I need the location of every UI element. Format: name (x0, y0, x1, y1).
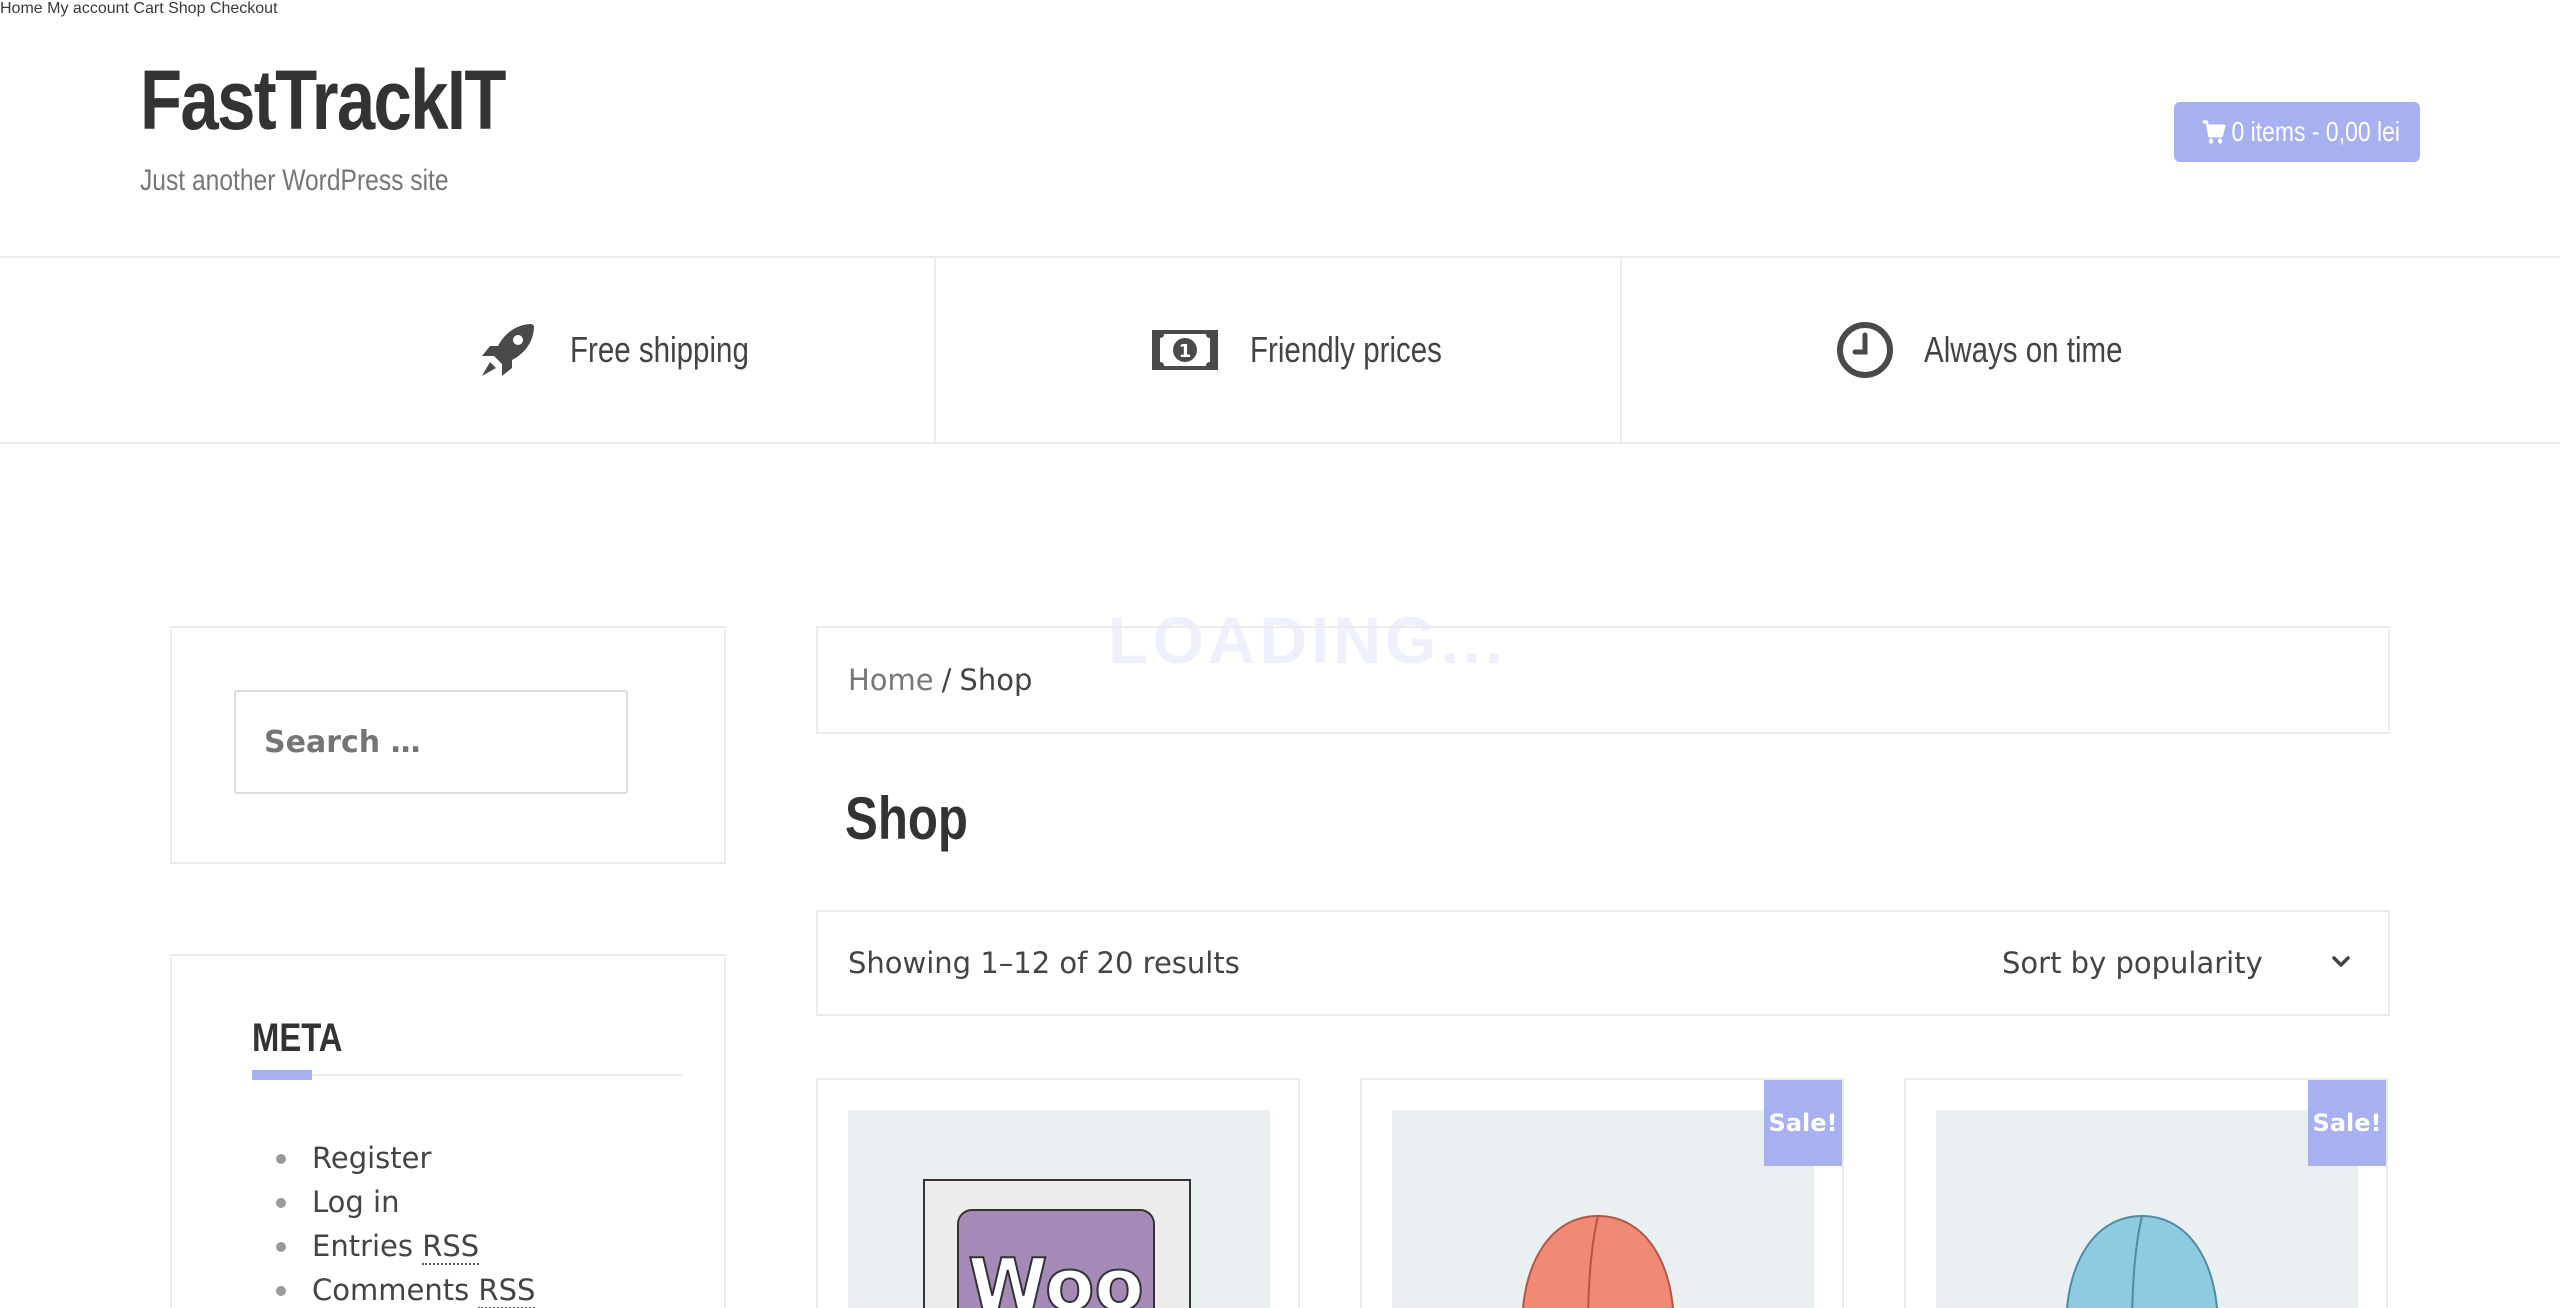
feature-label: Friendly prices (1250, 329, 1442, 370)
feature-label: Always on time (1924, 329, 2123, 370)
sale-badge: Sale! (1764, 1080, 1842, 1166)
product-card[interactable]: Sale! (1904, 1078, 2388, 1308)
list-item: Entries RSS (275, 1224, 535, 1268)
nav-item-my-account[interactable]: My account (47, 0, 129, 17)
svg-text:Woo: Woo (968, 1243, 1144, 1308)
chevron-down-icon (2332, 956, 2350, 967)
feature-divider (1620, 258, 1622, 442)
breadcrumb-home-link[interactable]: Home (848, 663, 934, 697)
list-item: Log in (275, 1180, 535, 1224)
result-count: Showing 1–12 of 20 results (848, 946, 1240, 980)
product-image[interactable] (1392, 1110, 1814, 1308)
beanie-blue-image (2066, 1214, 2218, 1308)
page-title: Shop (845, 785, 968, 852)
sort-select[interactable]: Sort by popularity (2002, 926, 2372, 1000)
nav-item-home[interactable]: Home (0, 0, 43, 17)
link-label: Comments (312, 1273, 470, 1307)
site-title[interactable]: FastTrackIT (140, 52, 506, 149)
breadcrumb-separator: / (941, 663, 952, 697)
feature-divider (934, 258, 936, 442)
breadcrumb-current: Shop (959, 663, 1033, 697)
cart-summary: 0 items - 0,00 lei (2231, 116, 2400, 147)
primary-nav: Home My account Cart Shop Checkout (0, 0, 2560, 18)
nav-item-checkout[interactable]: Checkout (210, 0, 278, 17)
rocket-icon (482, 324, 534, 376)
nav-item-cart[interactable]: Cart (133, 0, 163, 17)
meta-widget: META Register Log in Entries RSS Comment… (170, 954, 726, 1308)
widget-title-accent (252, 1070, 312, 1080)
widget-title: META (252, 1016, 343, 1060)
sort-selected-value: Sort by popularity (2002, 946, 2263, 980)
link-abbr: RSS (478, 1273, 536, 1308)
clock-icon (1837, 322, 1893, 378)
feature-friendly-prices: 1 Friendly prices (1150, 258, 1484, 442)
widget-title-divider (252, 1074, 682, 1076)
nav-item-shop[interactable]: Shop (168, 0, 205, 17)
search-input[interactable] (234, 690, 628, 794)
feature-always-on-time: Always on time (1836, 258, 2166, 442)
link-label: Entries (312, 1229, 414, 1263)
money-icon: 1 (1152, 330, 1218, 370)
features-bar: Free shipping 1 Friendly prices Always o… (0, 258, 2560, 444)
search-widget (170, 626, 726, 864)
product-card[interactable]: Woo (816, 1078, 1300, 1308)
feature-free-shipping: Free shipping (476, 258, 788, 442)
meta-link-login[interactable]: Log in (312, 1185, 399, 1219)
meta-link-entries-rss[interactable]: Entries RSS (312, 1229, 480, 1265)
meta-link-comments-rss[interactable]: Comments RSS (312, 1273, 536, 1308)
site-header: FastTrackIT Just another WordPress site … (0, 0, 2560, 258)
feature-label: Free shipping (570, 329, 749, 370)
svg-text:1: 1 (1179, 341, 1192, 362)
meta-links: Register Log in Entries RSS Comments RSS (275, 1136, 536, 1308)
list-item: Register (275, 1136, 535, 1180)
list-item: Comments RSS (275, 1268, 536, 1308)
woo-album-image: Woo (923, 1179, 1191, 1308)
link-abbr: RSS (422, 1229, 480, 1265)
product-card[interactable]: Sale! (1360, 1078, 1844, 1308)
shop-toolbar: Showing 1–12 of 20 results Sort by popul… (816, 910, 2390, 1016)
site-description: Just another WordPress site (140, 164, 449, 197)
product-image[interactable]: Woo (848, 1110, 1270, 1308)
meta-link-register[interactable]: Register (312, 1141, 431, 1175)
beanie-red-image (1522, 1214, 1674, 1308)
breadcrumb: Home / Shop (816, 626, 2390, 734)
product-image[interactable] (1936, 1110, 2358, 1308)
header-cart-button[interactable]: 0 items - 0,00 lei (2174, 102, 2420, 162)
cart-icon (2202, 120, 2226, 144)
sale-badge: Sale! (2308, 1080, 2386, 1166)
